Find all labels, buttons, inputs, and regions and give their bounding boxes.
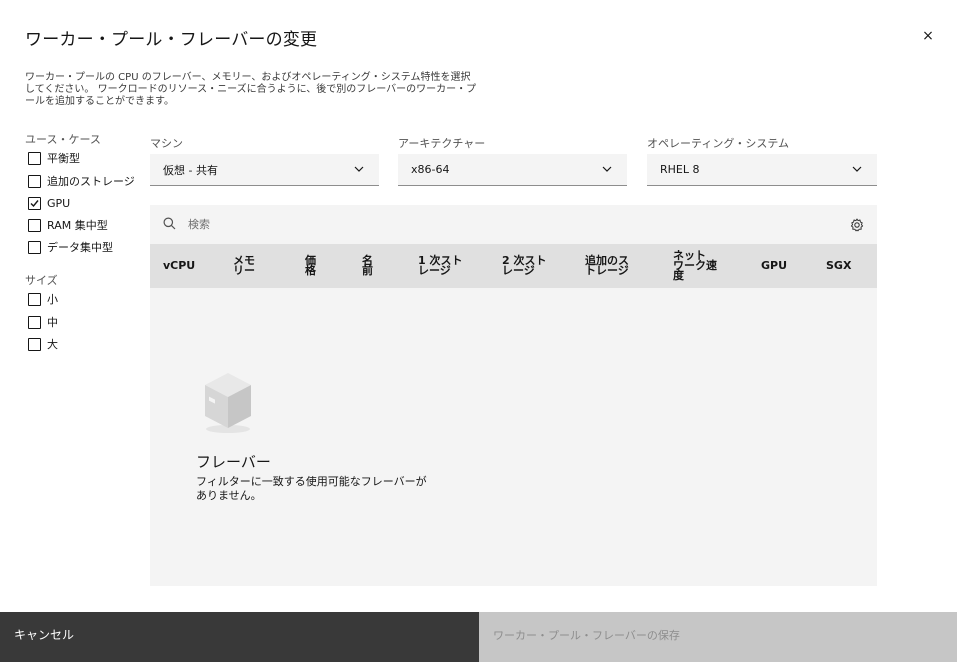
architecture-label: アーキテクチャー — [398, 137, 486, 150]
chevron-down-icon — [354, 166, 364, 172]
filter-size-medium[interactable]: 中 — [28, 314, 58, 330]
empty-state-text: フィルターに一致する使用可能なフレーバーがありません。 — [196, 475, 427, 502]
architecture-value: x86-64 — [411, 163, 450, 176]
chevron-down-icon — [852, 166, 862, 172]
search-icon — [163, 217, 176, 230]
empty-state-title: フレーバー — [196, 453, 271, 471]
filter-label: 小 — [47, 293, 58, 306]
checkbox[interactable] — [28, 218, 41, 232]
column-header-gpu[interactable]: GPU — [761, 244, 787, 288]
size-filter-title: サイズ — [25, 274, 58, 287]
column-header-price[interactable]: 価 格 — [305, 244, 316, 288]
filter-label: 平衡型 — [47, 152, 80, 165]
filter-balanced[interactable]: 平衡型 — [28, 150, 80, 166]
filter-size-large[interactable]: 大 — [28, 336, 58, 352]
flavor-table: vCPU メモ リー 価 格 名 前 1 次スト レージ 2 次スト レージ 追… — [150, 205, 877, 586]
checkbox[interactable] — [28, 315, 41, 329]
checkbox[interactable] — [28, 240, 41, 254]
settings-icon[interactable] — [850, 218, 864, 232]
filter-label: データ集中型 — [47, 241, 113, 254]
filter-label: 追加のストレージ — [47, 175, 135, 188]
checkbox[interactable] — [28, 151, 41, 165]
filter-gpu[interactable]: GPU — [28, 195, 70, 211]
column-header-vcpu[interactable]: vCPU — [163, 244, 195, 288]
use-case-filter-title: ユース・ケース — [25, 133, 101, 146]
filter-label: RAM 集中型 — [47, 219, 108, 232]
filter-label: 大 — [47, 338, 58, 351]
column-header-sgx[interactable]: SGX — [826, 244, 851, 288]
checkmark-icon — [30, 199, 39, 207]
column-header-name[interactable]: 名 前 — [362, 244, 373, 288]
close-icon: × — [922, 28, 934, 44]
modal-description: ワーカー・プールの CPU のフレーバー、メモリー、およびオペレーティング・シス… — [25, 72, 477, 107]
os-label: オペレーティング・システム — [647, 137, 790, 150]
close-button[interactable]: × — [918, 26, 938, 46]
filter-ram-intensive[interactable]: RAM 集中型 — [28, 217, 108, 233]
filter-label: 中 — [47, 316, 58, 329]
os-value: RHEL 8 — [660, 163, 700, 176]
column-header-network-speed[interactable]: ネット ワーク速 度 — [673, 244, 717, 288]
package-box-icon — [205, 373, 251, 433]
filter-size-small[interactable]: 小 — [28, 291, 58, 307]
machine-dropdown[interactable]: 仮想 - 共有 — [150, 154, 379, 186]
table-search-input[interactable] — [188, 214, 788, 234]
table-header: vCPU メモ リー 価 格 名 前 1 次スト レージ 2 次スト レージ 追… — [150, 244, 877, 288]
modal-footer: キャンセル ワーカー・プール・フレーバーの保存 — [0, 612, 957, 662]
chevron-down-icon — [602, 166, 612, 172]
column-header-memory[interactable]: メモ リー — [233, 244, 255, 288]
machine-value: 仮想 - 共有 — [163, 163, 218, 177]
table-toolbar — [150, 205, 877, 244]
filter-label: GPU — [47, 196, 71, 210]
save-flavor-button[interactable]: ワーカー・プール・フレーバーの保存 — [479, 612, 957, 662]
column-header-additional-storage[interactable]: 追加のス トレージ — [585, 244, 629, 288]
cancel-button[interactable]: キャンセル — [0, 612, 479, 662]
checkbox[interactable] — [28, 174, 41, 188]
column-header-primary-storage[interactable]: 1 次スト レージ — [418, 244, 462, 288]
filter-extra-storage[interactable]: 追加のストレージ — [28, 173, 135, 189]
modal-title: ワーカー・プール・フレーバーの変更 — [25, 30, 318, 50]
architecture-dropdown[interactable]: x86-64 — [398, 154, 627, 186]
os-dropdown[interactable]: RHEL 8 — [647, 154, 877, 186]
machine-label: マシン — [150, 137, 183, 150]
column-header-secondary-storage[interactable]: 2 次スト レージ — [502, 244, 546, 288]
filter-data-intensive[interactable]: データ集中型 — [28, 239, 113, 255]
checkbox[interactable] — [28, 292, 41, 306]
checkbox[interactable] — [28, 337, 41, 351]
checkbox[interactable] — [28, 196, 41, 210]
